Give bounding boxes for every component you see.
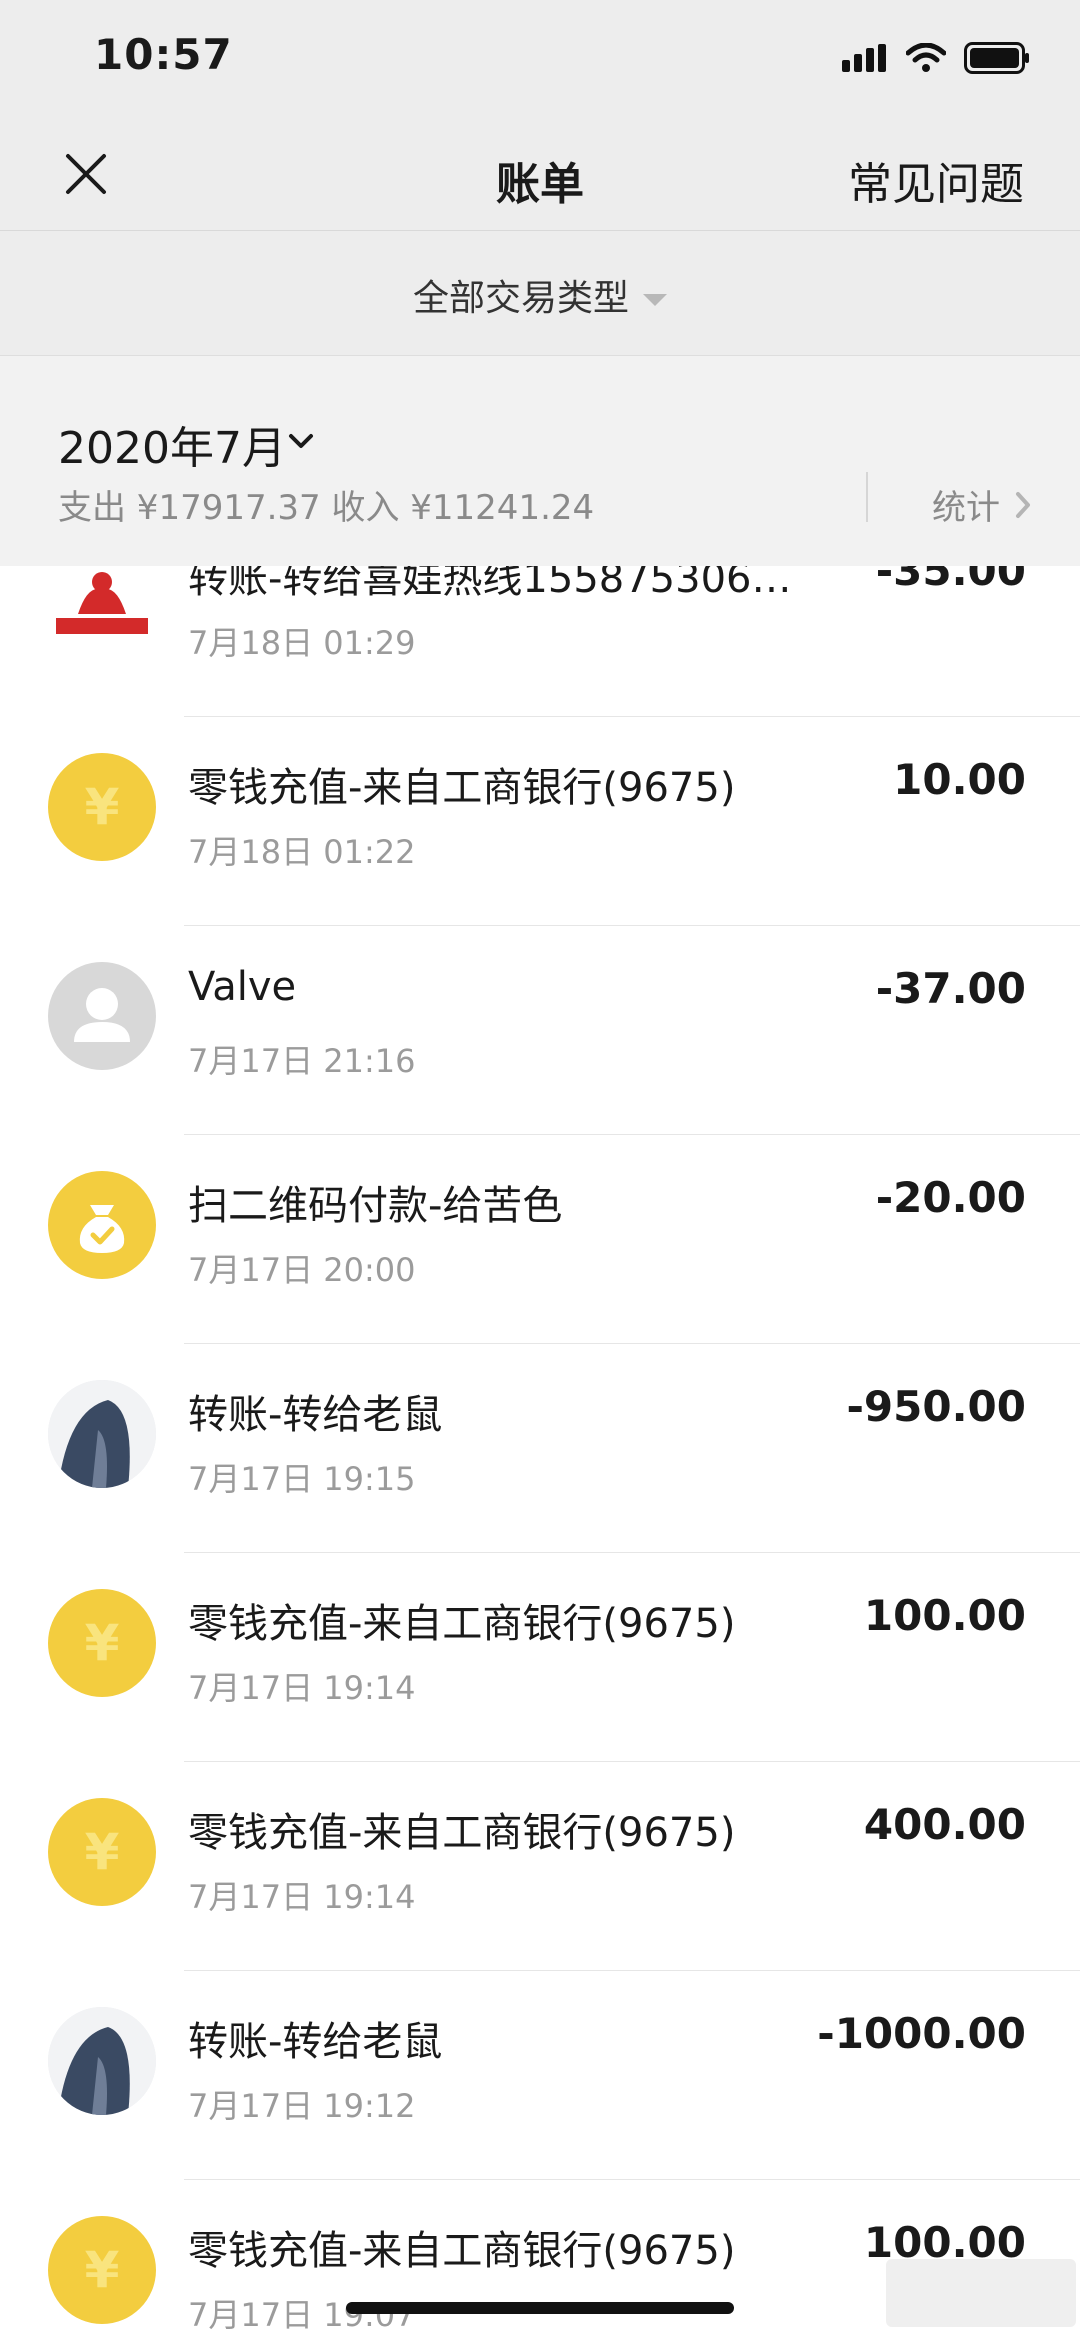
month-header: 2020年7月 支出 ¥17917.37 收入 ¥11241.24 统计 (0, 356, 1080, 566)
user-photo-avatar (48, 2007, 156, 2115)
transaction-title: 扫二维码付款-给苦色 (188, 1183, 563, 1229)
wifi-icon (906, 43, 946, 72)
transaction-row[interactable]: Valve 7月17日 21:16 -37.00 (0, 926, 1080, 1135)
transaction-amount: 10.00 (893, 755, 1026, 804)
dropdown-arrow-icon (643, 294, 667, 306)
transaction-date: 7月17日 19:15 (188, 1460, 416, 1498)
transaction-amount: -1000.00 (817, 2009, 1026, 2058)
battery-icon (964, 42, 1029, 74)
transaction-row[interactable]: 扫二维码付款-给苦色 7月17日 20:00 -20.00 (0, 1135, 1080, 1344)
yen-coin-icon: ¥ (48, 1798, 156, 1906)
transaction-date: 7月17日 19:14 (188, 1878, 416, 1916)
transaction-date: 7月17日 21:16 (188, 1042, 416, 1080)
yen-coin-icon: ¥ (48, 1589, 156, 1697)
transaction-date: 7月18日 01:22 (188, 833, 416, 871)
stats-button[interactable]: 统计 (932, 480, 1032, 529)
faq-link[interactable]: 常见问题 (848, 148, 1024, 212)
signal-icon (842, 44, 886, 72)
filter-bar: 全部交易类型 (0, 231, 1080, 356)
transaction-date: 7月18日 01:29 (188, 624, 416, 662)
transaction-title: 转账-转给老鼠 (188, 2019, 443, 2065)
transaction-row[interactable]: ¥ 零钱充值-来自工商银行(9675) 7月17日 19:14 400.00 (0, 1762, 1080, 1971)
transaction-amount: 100.00 (863, 1591, 1026, 1640)
transaction-amount: -37.00 (875, 964, 1026, 1013)
transaction-title: 零钱充值-来自工商银行(9675) (188, 765, 736, 811)
chevron-down-icon[interactable] (286, 426, 316, 456)
transaction-title: 零钱充值-来自工商银行(9675) (188, 1810, 736, 1856)
user-photo-avatar (48, 1380, 156, 1488)
chevron-right-icon (1016, 491, 1030, 518)
transaction-amount: -950.00 (846, 1382, 1026, 1431)
stats-label: 统计 (932, 488, 1000, 528)
month-selector[interactable]: 2020年7月 (58, 412, 286, 476)
transaction-row[interactable]: 转账-转给老鼠 7月17日 19:12 -1000.00 (0, 1971, 1080, 2180)
yen-coin-icon: ¥ (48, 2216, 156, 2324)
home-indicator[interactable] (346, 2302, 734, 2314)
status-bar: 10:57 (0, 0, 1080, 118)
transaction-row[interactable]: 转账-转给老鼠 7月17日 19:15 -950.00 (0, 1344, 1080, 1553)
transaction-title: Valve (188, 964, 297, 1010)
transaction-date: 7月17日 20:00 (188, 1251, 416, 1289)
filter-label: 全部交易类型 (412, 278, 629, 319)
default-avatar-icon (48, 962, 156, 1070)
transaction-date: 7月17日 19:14 (188, 1669, 416, 1707)
status-time: 10:57 (94, 30, 233, 79)
money-bag-icon (48, 1171, 156, 1279)
transaction-row[interactable]: ¥ 零钱充值-来自工商银行(9675) 7月18日 01:22 10.00 (0, 717, 1080, 926)
transaction-title: 零钱充值-来自工商银行(9675) (188, 1601, 736, 1647)
merchant-logo (48, 566, 156, 652)
transaction-amount: -20.00 (875, 1173, 1026, 1222)
transaction-date: 7月17日 19:12 (188, 2087, 416, 2125)
transaction-amount: 400.00 (863, 1800, 1026, 1849)
transaction-title: 转账-转给喜娃热线155875306… (188, 566, 792, 602)
transaction-list: 转账-转给喜娃热线155875306… 7月18日 01:29 -35.00 ¥… (0, 566, 1080, 2337)
transaction-type-filter[interactable]: 全部交易类型 (0, 269, 1080, 321)
status-icons (842, 38, 1030, 78)
transaction-amount: -35.00 (875, 566, 1026, 595)
divider (866, 472, 868, 522)
transaction-row[interactable]: 转账-转给喜娃热线155875306… 7月18日 01:29 -35.00 (0, 566, 1080, 717)
watermark-logo (886, 2259, 1076, 2327)
transaction-row[interactable]: ¥ 零钱充值-来自工商银行(9675) 7月17日 19:14 100.00 (0, 1553, 1080, 1762)
yen-coin-icon: ¥ (48, 753, 156, 861)
month-summary: 支出 ¥17917.37 收入 ¥11241.24 (58, 488, 595, 528)
transaction-title: 零钱充值-来自工商银行(9675) (188, 2228, 736, 2274)
transaction-title: 转账-转给老鼠 (188, 1392, 443, 1438)
nav-bar: 账单 常见问题 (0, 118, 1080, 231)
